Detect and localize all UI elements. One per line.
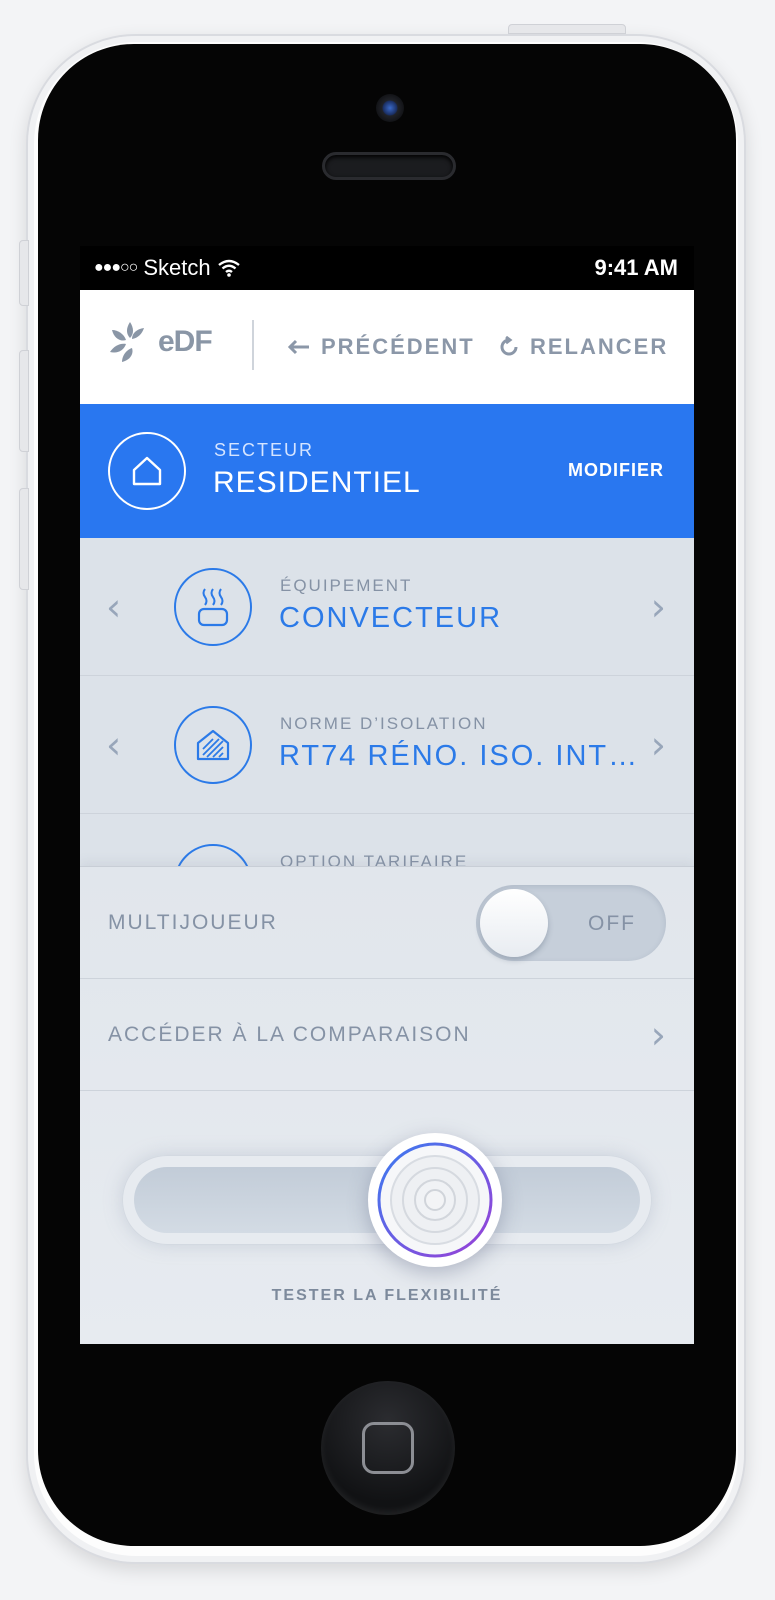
- app-header: eDF PRÉCÉDENT RELANCER: [80, 290, 694, 404]
- chevron-left-icon[interactable]: ‹: [106, 585, 121, 629]
- modify-button[interactable]: MODIFIER: [568, 460, 664, 481]
- power-button: [508, 24, 626, 34]
- signal-strength-icon: ●●●○○: [94, 259, 138, 276]
- heater-icon: [174, 568, 252, 646]
- status-time: 9:41 AM: [594, 255, 678, 280]
- sector-banner: SECTEUR RESIDENTIEL MODIFIER: [80, 404, 694, 538]
- home-square-icon: [362, 1422, 414, 1474]
- volume-down-button: [19, 488, 29, 590]
- multiplayer-toggle[interactable]: OFF: [476, 885, 666, 961]
- flexibility-slider-knob[interactable]: [368, 1133, 502, 1267]
- carrier-name: Sketch: [143, 255, 211, 280]
- chevron-right-icon: ›: [650, 1012, 666, 1057]
- tariff-label: OPTION TARIFAIRE: [280, 852, 469, 866]
- refresh-icon: [500, 336, 518, 356]
- multiplayer-label: MULTIJOUEUR: [108, 911, 278, 934]
- equipment-value: CONVECTEUR: [279, 602, 503, 634]
- speaker-grille: [322, 152, 456, 180]
- bottom-panel: MULTIJOUEUR OFF ACCÉDER À LA COMPARAISON…: [80, 866, 694, 1344]
- mute-switch: [19, 240, 29, 306]
- sector-value: RESIDENTIEL: [213, 466, 421, 499]
- previous-button[interactable]: PRÉCÉDENT: [287, 334, 475, 360]
- arrow-left-icon: [287, 339, 309, 355]
- header-divider: [252, 320, 254, 370]
- status-bar: ●●●○○ Sketch 9:41 AM: [80, 246, 694, 290]
- toggle-state: OFF: [588, 912, 636, 935]
- home-icon: [108, 432, 186, 510]
- multiplayer-row: MULTIJOUEUR OFF: [80, 867, 694, 979]
- insulation-row: ‹ NORME D’ISOLATION RT74 RÉNO. ISO. INT……: [80, 676, 694, 814]
- logo-text: eDF: [158, 325, 213, 358]
- screen: ●●●○○ Sketch 9:41 AM eDF PRÉCÉDENT RELAN…: [80, 246, 694, 1344]
- home-button[interactable]: [321, 1381, 455, 1515]
- relaunch-label: RELANCER: [530, 334, 669, 359]
- previous-label: PRÉCÉDENT: [321, 334, 475, 359]
- insulation-label: NORME D’ISOLATION: [280, 714, 488, 733]
- tariff-row: OPTION TARIFAIRE: [80, 814, 694, 866]
- camera-icon: [376, 94, 404, 122]
- slider-caption: TESTER LA FLEXIBILITÉ: [271, 1287, 503, 1304]
- chevron-right-icon[interactable]: ›: [651, 585, 666, 629]
- chevron-right-icon[interactable]: ›: [651, 723, 666, 767]
- insulated-house-icon: [174, 706, 252, 784]
- toggle-knob: [480, 889, 548, 957]
- chevron-left-icon[interactable]: ‹: [106, 723, 121, 767]
- compare-label: ACCÉDER À LA COMPARAISON: [108, 1023, 471, 1046]
- wifi-icon: [217, 259, 240, 277]
- compare-row[interactable]: ACCÉDER À LA COMPARAISON ›: [80, 979, 694, 1091]
- equipment-label: ÉQUIPEMENT: [280, 576, 413, 595]
- relaunch-button[interactable]: RELANCER: [498, 334, 668, 360]
- volume-up-button: [19, 350, 29, 452]
- equipment-row: ‹ ÉQUIPEMENT CONVECTEUR ›: [80, 538, 694, 676]
- insulation-value: RT74 RÉNO. ISO. INT…: [279, 740, 640, 772]
- concentric-circles-icon: [377, 1142, 493, 1258]
- edf-logo: eDF: [108, 320, 213, 364]
- sector-label: SECTEUR: [214, 440, 315, 460]
- edf-swirl-icon: [110, 322, 144, 362]
- tariff-icon: [174, 844, 252, 866]
